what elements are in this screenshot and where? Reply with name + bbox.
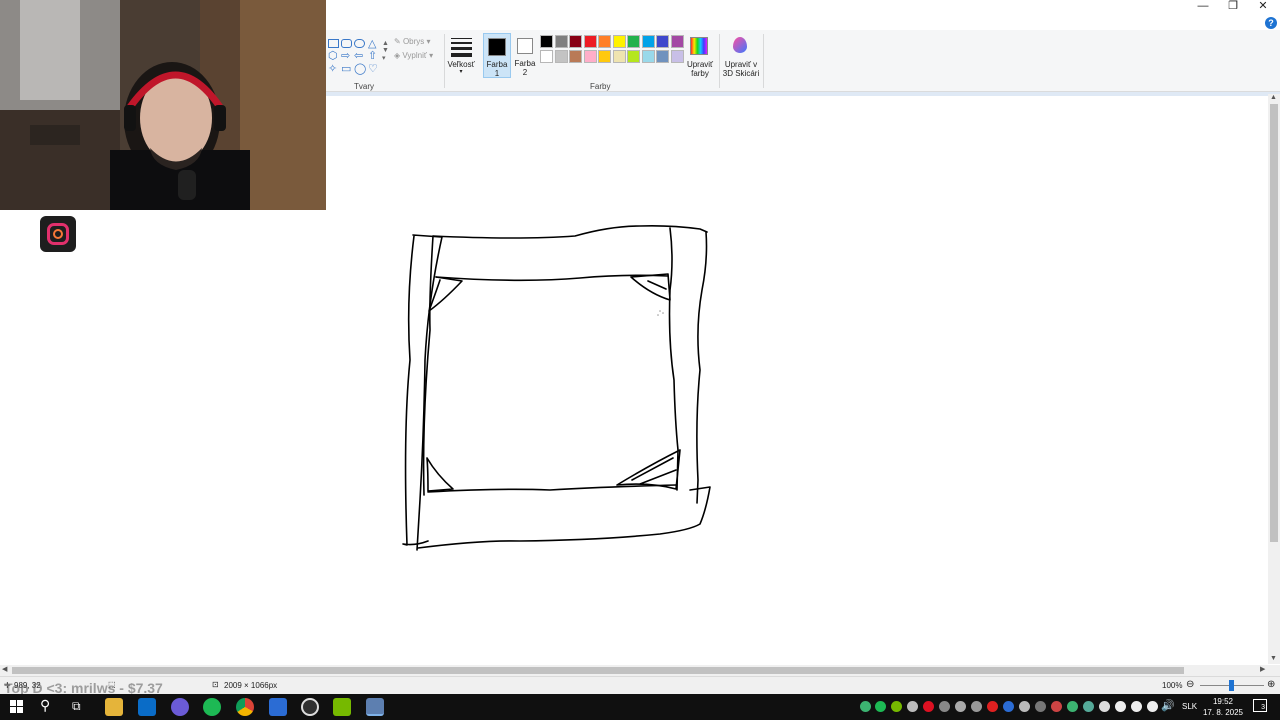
corner-bottom-right — [616, 449, 681, 490]
app-icon[interactable] — [269, 698, 287, 716]
scroll-left-icon[interactable]: ◀ — [2, 665, 7, 673]
webcam-image — [0, 0, 326, 210]
taskbar: ⚲ ⧉ 🔊 SLK 19:52 17. 8. 2025 3 — [0, 694, 1280, 720]
language-indicator[interactable]: SLK — [1182, 702, 1197, 711]
spotify-icon[interactable] — [203, 698, 221, 716]
tray-icon[interactable] — [1003, 701, 1014, 712]
tray-icon[interactable] — [939, 701, 950, 712]
zoom-in-icon[interactable]: ⊕ — [1267, 679, 1275, 690]
tray-icon[interactable] — [1067, 701, 1078, 712]
tray-icon[interactable] — [1035, 701, 1046, 712]
tray-icon[interactable] — [860, 701, 871, 712]
store-icon[interactable] — [138, 698, 156, 716]
zoom-level: 100% — [1162, 681, 1183, 690]
obs-icon[interactable] — [301, 698, 319, 716]
file-explorer-icon[interactable] — [105, 698, 123, 716]
scroll-right-icon[interactable]: ▶ — [1260, 665, 1265, 673]
tray-icon[interactable] — [1051, 701, 1062, 712]
frame-right-outer — [696, 231, 708, 504]
tray-icon[interactable] — [1099, 701, 1110, 712]
tray-icon[interactable] — [971, 701, 982, 712]
nvidia-tray-icon[interactable] — [891, 701, 902, 712]
scroll-up-icon[interactable]: ▲ — [1270, 94, 1277, 101]
frame-inner-bottom — [427, 484, 677, 493]
horizontal-scroll-thumb[interactable] — [12, 667, 1184, 674]
volume-icon[interactable]: 🔊 — [1161, 699, 1175, 712]
app-icon[interactable] — [171, 698, 189, 716]
clock-date: 17. 8. 2025 — [1202, 708, 1244, 717]
tray-icon[interactable] — [1019, 701, 1030, 712]
image-size-icon: ⊡ — [212, 680, 219, 689]
notification-count: 3 — [1261, 704, 1265, 711]
nvidia-icon[interactable] — [333, 698, 351, 716]
corner-bottom-left — [426, 457, 454, 492]
frame-right-inner — [668, 227, 679, 491]
scroll-down-icon[interactable]: ▼ — [1270, 655, 1277, 662]
notification-center-icon[interactable]: 3 — [1253, 699, 1267, 712]
frame-left-outer — [402, 234, 442, 546]
search-icon[interactable]: ⚲ — [40, 697, 50, 714]
cursor-dots — [657, 310, 664, 316]
vertical-scroll-thumb[interactable] — [1270, 104, 1278, 542]
clock[interactable]: 19:52 17. 8. 2025 — [1200, 696, 1246, 718]
status-bar: ✛ 989, 32 ⬚ ⊡ 2009 × 1066px 100% ⊖ ⊕ — [0, 676, 1280, 694]
tray-icon[interactable] — [987, 701, 998, 712]
spotify-tray-icon[interactable] — [875, 701, 886, 712]
tray-icon[interactable] — [1083, 701, 1094, 712]
tray-icon[interactable] — [923, 701, 934, 712]
zoom-slider-thumb[interactable] — [1229, 680, 1234, 691]
clock-time: 19:52 — [1212, 697, 1234, 706]
instagram-icon — [40, 216, 76, 252]
webcam-overlay — [0, 0, 326, 210]
start-icon[interactable] — [10, 700, 23, 713]
corner-top-right — [630, 273, 671, 301]
microphone-icon[interactable] — [1115, 701, 1126, 712]
frame-bottom-bar — [417, 486, 711, 549]
zoom-out-icon[interactable]: ⊖ — [1186, 679, 1194, 690]
network-icon[interactable] — [1131, 701, 1142, 712]
image-size: 2009 × 1066px — [224, 681, 278, 690]
tray-icon[interactable] — [955, 701, 966, 712]
frame-top-bar — [432, 225, 708, 239]
task-view-icon[interactable]: ⧉ — [72, 699, 81, 714]
headset-tray-icon[interactable] — [907, 701, 918, 712]
chrome-icon[interactable] — [236, 698, 254, 716]
paint-icon[interactable] — [366, 698, 384, 716]
tray-icon[interactable] — [1147, 701, 1158, 712]
